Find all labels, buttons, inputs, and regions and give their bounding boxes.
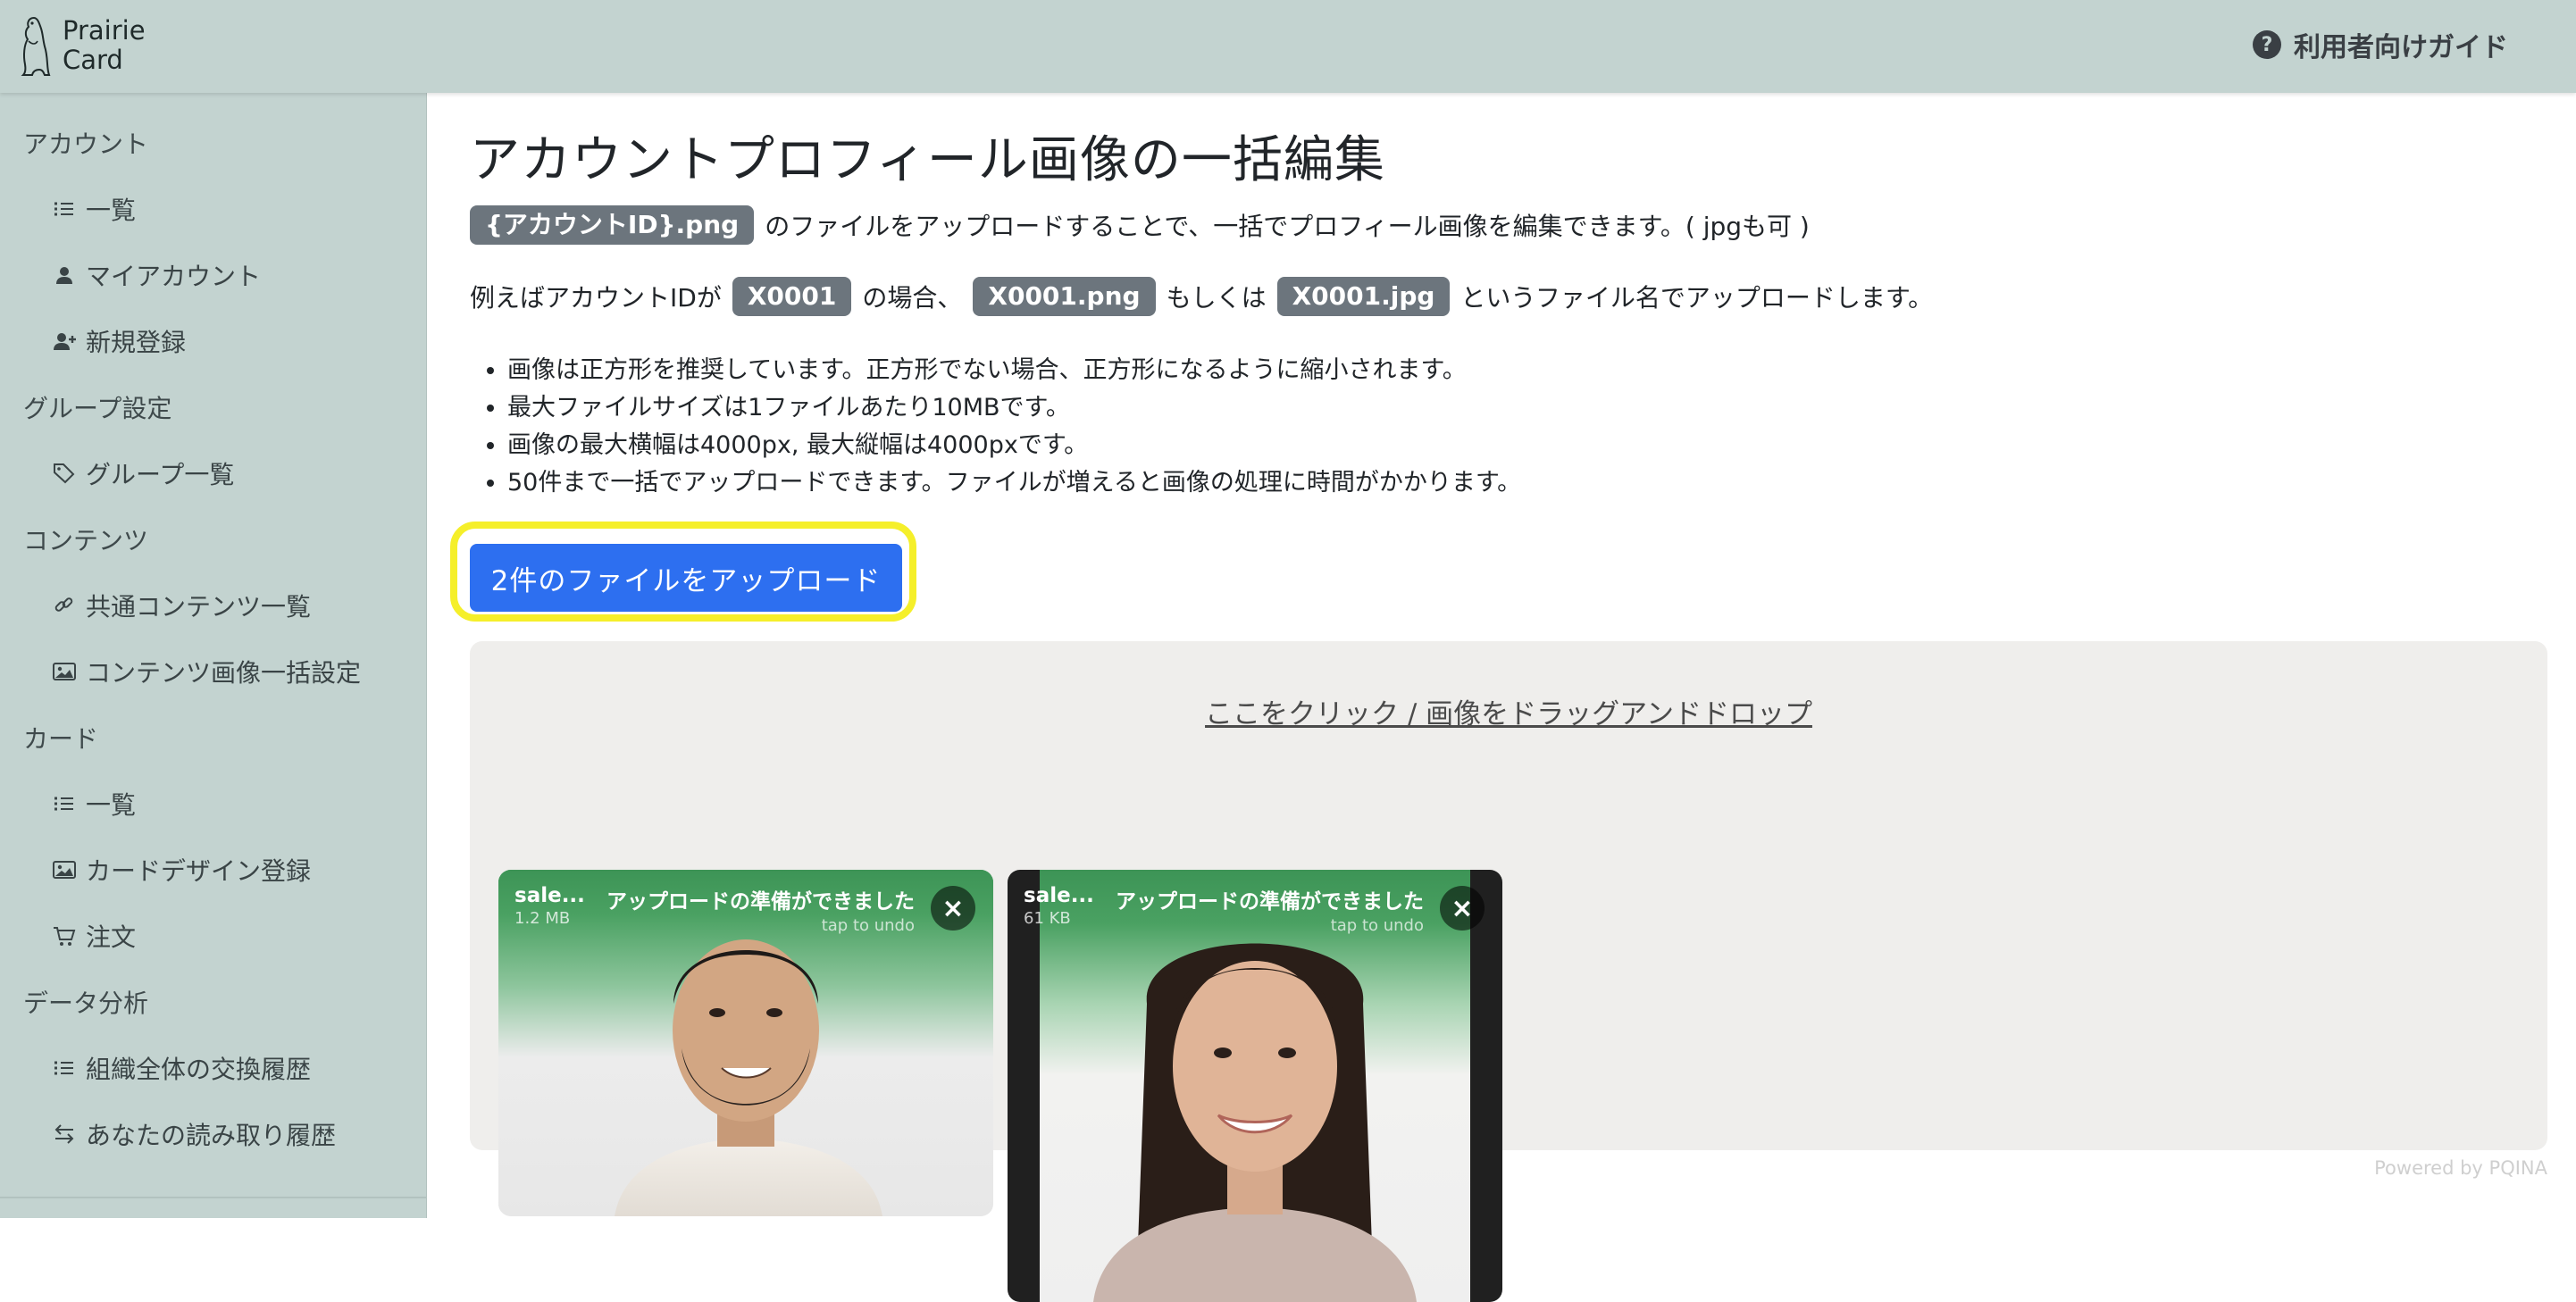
remove-file-button[interactable]: × [931,886,975,931]
list-item: 画像の最大横幅は4000px, 最大縦幅は4000pxです。 [507,427,1521,464]
sidebar-item-label: 一覧 [86,790,137,820]
sidebar-section-analytics: データ分析 [23,989,149,1018]
filename-rule-text: のファイルをアップロードすることで、一括でプロフィール画像を編集できます。( j… [765,212,1810,241]
sidebar-item-common-contents[interactable]: 共通コンテンツ一覧 [52,588,311,623]
file-status: アップロードの準備ができました tap to undo [606,884,915,935]
sidebar-item-label: グループ一覧 [86,460,235,489]
user-guide-link[interactable]: ? 利用者向けガイド [2253,25,2508,64]
sidebar-item-label: 一覧 [86,196,137,225]
dropzone-label[interactable]: ここをクリック / 画像をドラッグアンドドロップ [470,691,2547,731]
image-dropzone[interactable]: ここをクリック / 画像をドラッグアンドドロップ sale... 1.2 MB [470,641,2547,1302]
file-info: sale... 1.2 MB [514,884,585,928]
file-status-text: アップロードの準備ができました [1116,890,1424,914]
question-circle-icon: ? [2253,30,2281,59]
filename-example: 例えばアカウントIDが X0001 の場合、 X0001.png もしくは X0… [470,277,1933,316]
code-badge: X0001.jpg [1276,277,1451,316]
example-text: もしくは [1166,283,1267,313]
sidebar-item-my-account[interactable]: マイアカウント [52,257,261,293]
link-icon [54,597,73,612]
sidebar-item-label: コンテンツ画像一括設定 [86,658,362,688]
logo-text: Prairie Card [63,15,146,75]
app-logo[interactable]: Prairie Card [20,14,198,79]
file-name: sale... [1024,884,1094,907]
sidebar-item-new-registration[interactable]: 新規登録 [52,323,186,359]
user-guide-label: 利用者向けガイド [2294,32,2508,63]
sidebar-item-label: あなたの読み取り履歴 [86,1121,337,1150]
sidebar-item-label: マイアカウント [86,262,262,291]
sidebar-section-account: アカウント [23,129,149,159]
example-text: 例えばアカウントIDが [470,283,722,313]
tags-icon [54,463,75,484]
example-text: というファイル名でアップロードします。 [1460,283,1934,313]
top-header: Prairie Card ? 利用者向けガイド [0,0,2576,93]
prairie-dog-logo-icon [21,16,51,76]
filename-rule: {アカウントID}.png のファイルをアップロードすることで、一括でプロフィー… [470,205,1810,245]
sidebar-item-exchange-history[interactable]: 組織全体の交換履歴 [52,1050,311,1086]
powered-by-credit[interactable]: Powered by PQINA [2374,1157,2547,1179]
sidebar-item-label: カードデザイン登録 [86,856,312,886]
person-icon [56,267,72,284]
code-badge: X0001 [732,277,852,316]
requirements-list: 画像は正方形を推奨しています。正方形でない場合、正方形になるように縮小されます。… [470,352,1521,502]
sidebar-item-content-images[interactable]: コンテンツ画像一括設定 [52,654,361,689]
sidebar-item-order[interactable]: 注文 [52,918,136,954]
sidebar-item-read-history[interactable]: あなたの読み取り履歴 [52,1116,336,1152]
sidebar-item-label: 新規登録 [86,328,187,357]
list-icon [54,202,73,216]
file-status: アップロードの準備ができました tap to undo [1116,884,1424,935]
file-size: 61 KB [1024,909,1071,928]
file-name: sale... [514,884,585,907]
image-icon [53,663,76,680]
sidebar-item-card-list[interactable]: 一覧 [52,786,136,822]
page-title: アカウントプロフィール画像の一括編集 [470,131,1385,189]
example-text: の場合、 [862,283,963,313]
close-icon: × [941,892,965,924]
sidebar-section-group-settings: グループ設定 [23,394,172,423]
upload-files-button[interactable]: 2件のファイルをアップロード [470,544,902,612]
arrows-swap-icon [54,1124,74,1144]
sidebar-item-label: 注文 [86,922,137,952]
sidebar-item-card-design[interactable]: カードデザイン登録 [52,852,311,888]
main-content: アカウントプロフィール画像の一括編集 {アカウントID}.png のファイルをア… [427,93,2576,1302]
sidebar: アカウント 一覧 マイアカウント 新規登録 グループ設定 グループ一覧 コンテン… [0,93,427,1218]
file-info: sale... 61 KB [1024,884,1094,928]
sidebar-divider [0,1197,426,1198]
sidebar-item-group-list[interactable]: グループ一覧 [52,455,234,491]
cart-icon [54,927,76,946]
file-status-text: アップロードの準備ができました [606,890,915,914]
sidebar-item-label: 組織全体の交換履歴 [86,1055,312,1084]
code-badge: X0001.png [973,277,1156,316]
sidebar-item-label: 共通コンテンツ一覧 [86,592,312,622]
image-icon [53,861,76,879]
person-add-icon [54,333,76,350]
close-icon: × [1451,892,1474,924]
file-size: 1.2 MB [514,909,571,928]
file-preview-tile: sale... 1.2 MB アップロードの準備ができました tap to un… [498,870,993,1216]
list-item: 画像は正方形を推奨しています。正方形でない場合、正方形になるように縮小されます。 [507,352,1521,389]
sidebar-section-contents: コンテンツ [23,526,149,555]
list-item: 最大ファイルサイズは1ファイルあたり10MBです。 [507,389,1521,427]
undo-hint[interactable]: tap to undo [606,916,915,935]
sidebar-item-account-list[interactable]: 一覧 [52,191,136,227]
code-badge: {アカウントID}.png [470,205,755,245]
sidebar-section-card: カード [23,724,99,754]
list-icon [54,797,73,811]
list-item: 50件まで一括でアップロードできます。ファイルが増えると画像の処理に時間がかかり… [507,464,1521,502]
file-preview-tile: sale... 61 KB アップロードの準備ができました tap to und… [1008,870,1502,1302]
remove-file-button[interactable]: × [1440,886,1485,931]
list-icon [54,1061,73,1075]
undo-hint[interactable]: tap to undo [1116,916,1424,935]
